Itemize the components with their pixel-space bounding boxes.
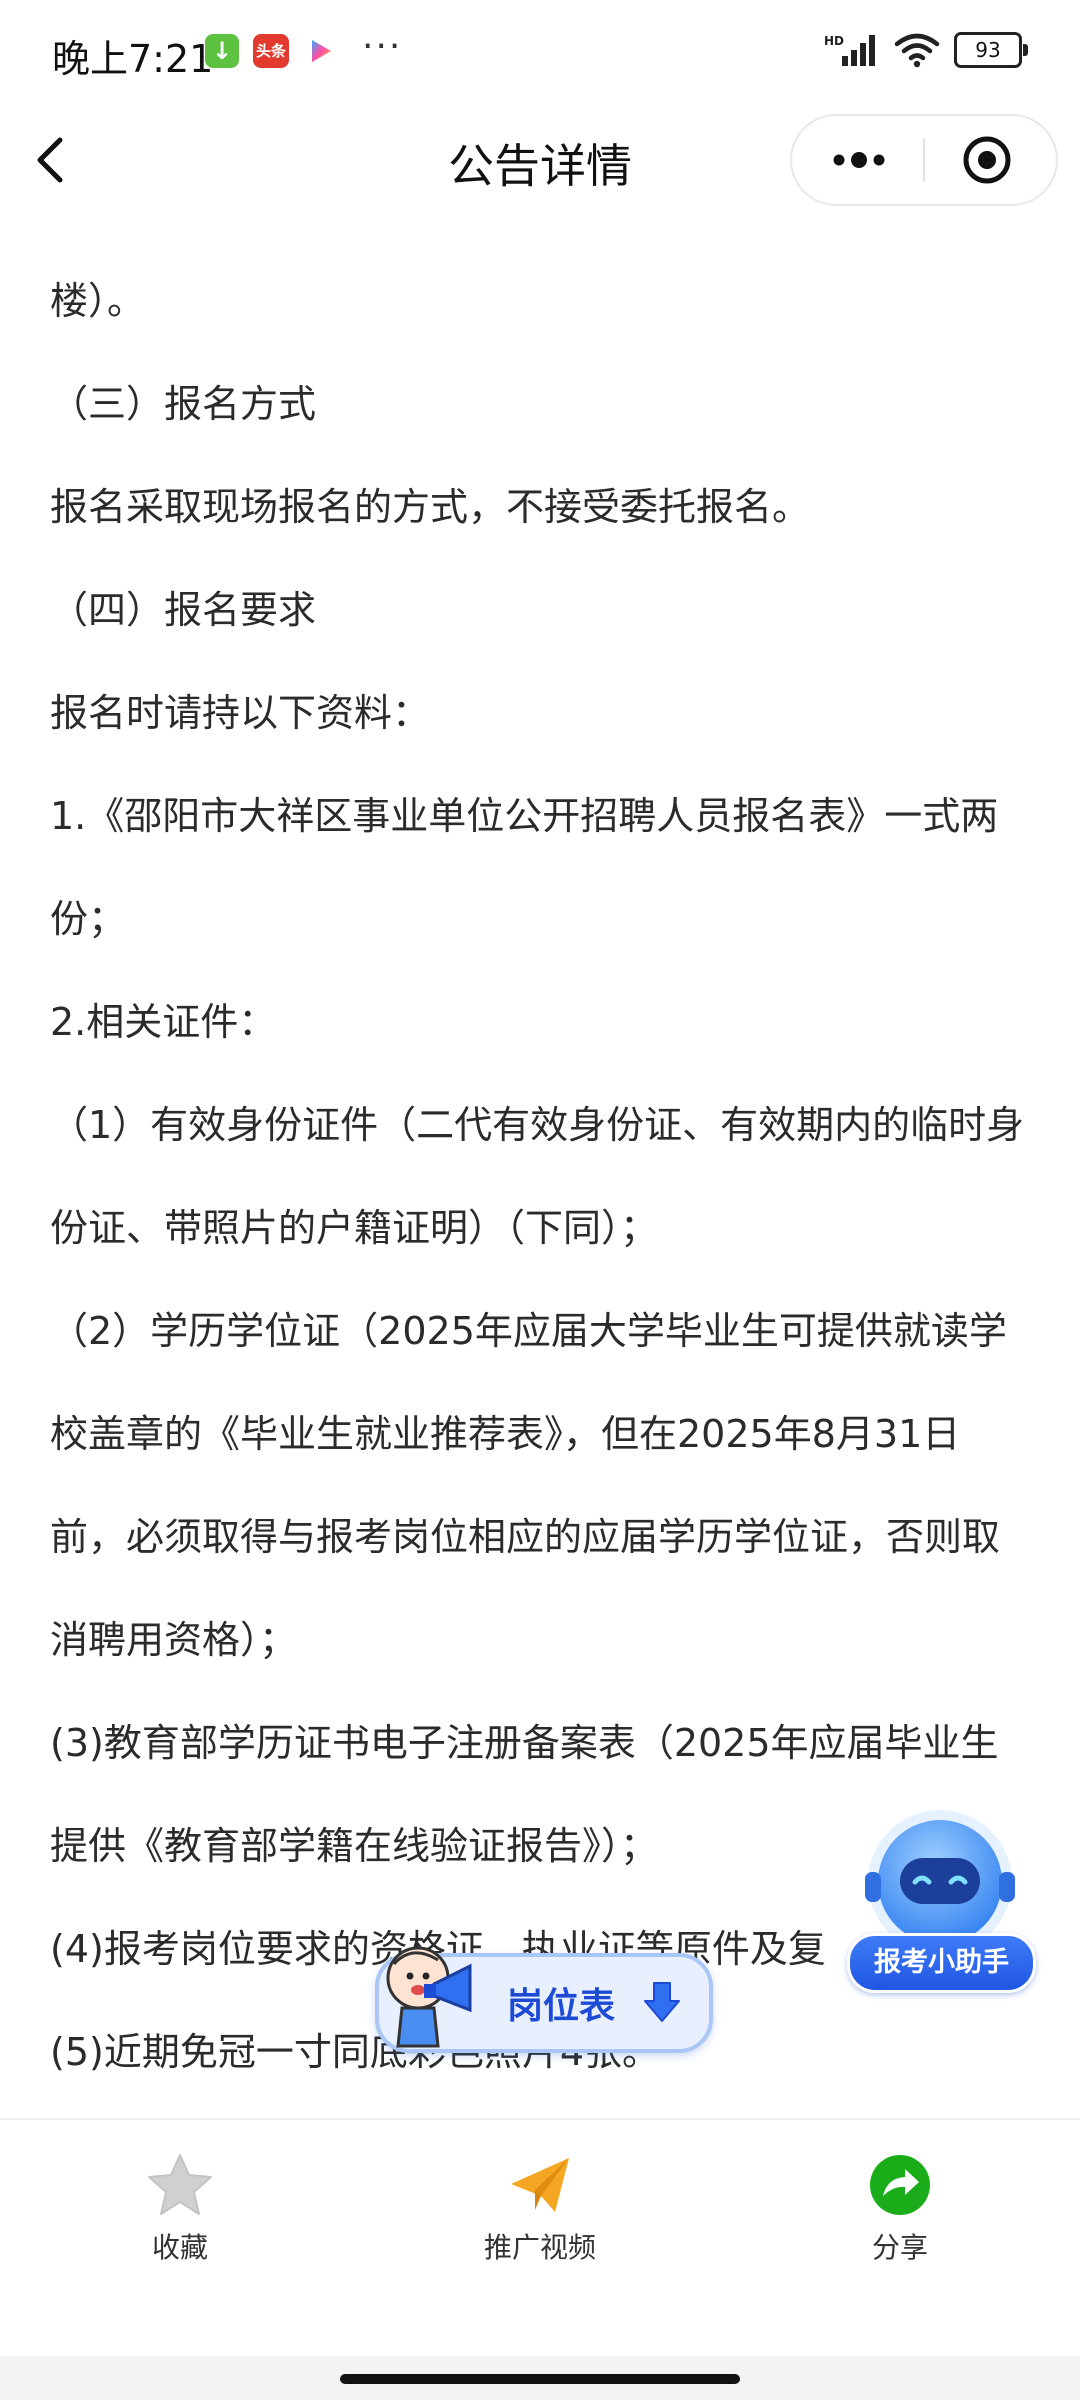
share-icon <box>870 2155 930 2215</box>
share-label: 分享 <box>871 2231 928 2264</box>
star-icon <box>148 2154 212 2215</box>
paragraph: 1.《邵阳市大祥区事业单位公开招聘人员报名表》一式两份； <box>50 794 999 941</box>
more-dots-icon <box>833 152 885 168</box>
capsule-divider <box>923 138 925 182</box>
section-heading: （三）报名方式 <box>50 382 317 426</box>
arrow-down-icon <box>644 1982 680 2022</box>
video-app-icon <box>303 34 337 68</box>
promo-video-button[interactable]: 推广视频 <box>420 2150 660 2266</box>
status-more-icon: ··· <box>362 26 403 67</box>
paragraph: （1）有效身份证件（二代有效身份证、有效期内的临时身份证、带照片的户籍证明）（下… <box>50 1103 1025 1250</box>
wifi-icon <box>894 33 940 68</box>
home-indicator[interactable] <box>340 2374 740 2384</box>
target-close-icon <box>963 136 1011 184</box>
home-indicator-area <box>0 2356 1080 2400</box>
signal-icon: HD <box>824 34 875 66</box>
svg-text:HD: HD <box>824 34 844 48</box>
close-button[interactable] <box>942 130 1032 190</box>
battery-indicator: 93 <box>954 32 1028 68</box>
paragraph: 2.相关证件： <box>50 1000 277 1044</box>
promo-video-label: 推广视频 <box>483 2231 596 2264</box>
bottom-toolbar: 收藏 推广视频 分享 <box>0 2118 1080 2320</box>
nav-bar: 公告详情 <box>0 110 1080 210</box>
status-time: 晚上7:21 <box>52 37 214 81</box>
download-app-icon: ↓ <box>205 34 239 68</box>
paragraph: （2）学历学位证（2025年应届大学毕业生可提供就读学校盖章的《毕业生就业推荐表… <box>50 1309 1007 1662</box>
news-app-icon: 头条 <box>253 34 289 68</box>
paragraph: 楼）。 <box>50 279 146 323</box>
megaphone-mascot-icon <box>386 1946 472 2048</box>
exam-helper-label[interactable]: 报考小助手 <box>847 1933 1036 1993</box>
paragraph: 报名采取现场报名的方式，不接受委托报名。 <box>50 485 811 529</box>
share-button[interactable]: 分享 <box>780 2150 1020 2266</box>
more-button[interactable] <box>814 130 904 190</box>
section-heading: （四）报名要求 <box>50 588 317 632</box>
paragraph: 报名时请持以下资料： <box>50 691 431 735</box>
favorite-label: 收藏 <box>151 2231 208 2264</box>
status-indicators: HD 93 <box>824 30 1028 70</box>
job-table-label: 岗位表 <box>507 1986 616 2027</box>
status-bar: 晚上7:21 ↓ 头条 ··· HD 93 <box>0 0 1080 100</box>
paper-plane-icon <box>511 2158 569 2212</box>
favorite-button[interactable]: 收藏 <box>60 2150 300 2266</box>
mini-program-capsule <box>790 114 1058 206</box>
